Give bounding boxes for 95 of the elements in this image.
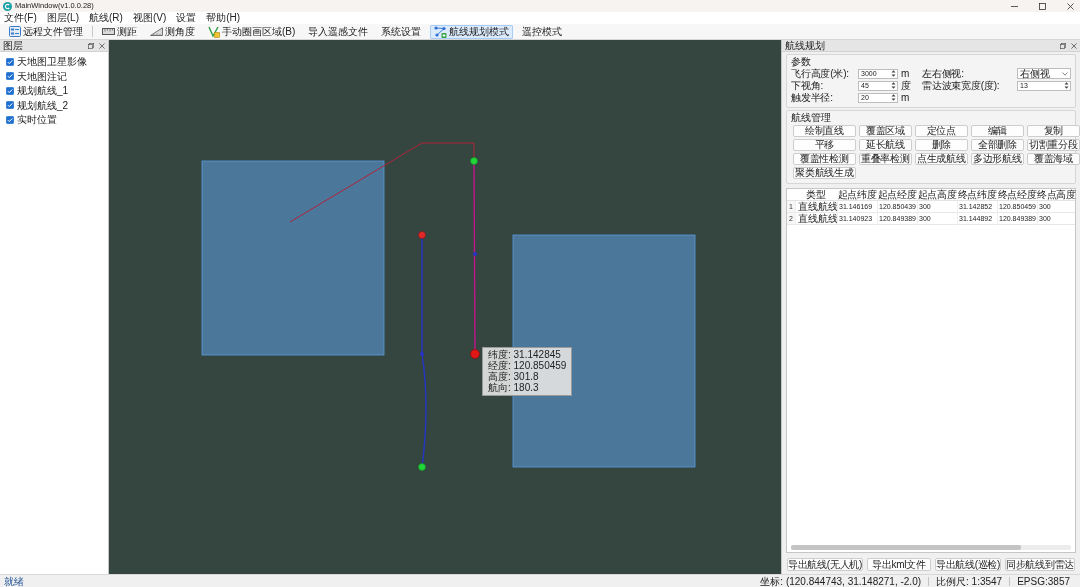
spinner-arrows-icon[interactable] <box>1064 82 1069 89</box>
action-button[interactable]: 复制 <box>1026 125 1080 137</box>
field-label: 下视角: <box>791 80 824 91</box>
action-button[interactable]: 聚类航线生成 <box>793 167 856 179</box>
toolbar-button[interactable]: 遥控模式 <box>518 24 567 39</box>
layer-label: 规划航线_2 <box>17 99 69 111</box>
footer-button[interactable]: 导出kml文件 <box>866 558 931 571</box>
chevron-down-icon <box>1062 71 1068 76</box>
action-button[interactable]: 覆盖海域 <box>1026 153 1080 165</box>
toolbar-button[interactable]: 导入遥感文件 <box>304 24 373 39</box>
toolbar-button[interactable]: 手动圈画区域(B) <box>204 24 300 39</box>
close-icon[interactable] <box>1071 42 1077 49</box>
polygon-draw-icon <box>208 25 220 38</box>
scale-text: 比例尺: 1:3547 <box>936 575 1003 587</box>
layer-label: 实时位置 <box>17 114 57 125</box>
action-button[interactable]: 全部删除 <box>970 139 1024 151</box>
close-icon[interactable] <box>99 42 105 49</box>
action-button[interactable]: 重叠率检测 <box>858 153 912 165</box>
waypoint-marker <box>418 231 426 239</box>
layer-label: 天地图注记 <box>17 70 67 82</box>
waypoint-marker <box>418 463 426 471</box>
field-label: 左右侧视: <box>922 68 965 79</box>
tooltip-text: 航向: 180.3 <box>488 382 540 393</box>
horizontal-scrollbar[interactable] <box>791 545 1071 550</box>
checkbox[interactable] <box>6 72 14 80</box>
action-button[interactable]: 绘制直线 <box>793 125 856 137</box>
menu-item[interactable]: 帮助(H) <box>206 12 241 24</box>
column-header: 起点纬度 <box>837 189 877 201</box>
table-cell: 直线航线 <box>795 213 837 225</box>
toolbar-button[interactable]: 航线规划模式 <box>430 24 514 39</box>
footer-button[interactable]: 导出航线(巡检) <box>934 558 1002 571</box>
footer-button[interactable]: 导出航线(无人机) <box>787 558 863 571</box>
field-label: 触发半径: <box>791 92 834 103</box>
group-title: 参数 <box>791 56 811 67</box>
action-button[interactable]: 定位点 <box>914 125 968 137</box>
crs-text: EPSG:3857 <box>1017 575 1070 587</box>
group-title: 航线管理 <box>791 112 831 123</box>
column-header: 类型 <box>795 189 837 201</box>
menu-item[interactable]: 航线(R) <box>89 12 123 24</box>
toolbar-button[interactable]: 测距 <box>98 24 141 39</box>
waypoint-marker <box>420 352 424 356</box>
table-cell: 直线航线 <box>795 201 837 213</box>
menu-item[interactable]: 设置 <box>176 12 197 24</box>
unit-label: m <box>901 92 910 103</box>
coordinates-text: 坐标: (120.844743, 31.148271, -2.0) <box>760 575 922 587</box>
checkbox[interactable] <box>6 101 14 109</box>
maximize-icon[interactable] <box>1039 2 1046 10</box>
action-button[interactable]: 删除 <box>914 139 968 151</box>
action-button[interactable]: 点生成航线 <box>914 153 968 165</box>
action-button[interactable]: 延长航线 <box>858 139 912 151</box>
spinner-arrows-icon[interactable] <box>891 82 896 89</box>
waypoint-marker <box>473 252 477 256</box>
unit-label: 度 <box>901 80 911 91</box>
tooltip-text: 高度: 301.8 <box>488 371 540 382</box>
toolbar-button[interactable]: 系统设置 <box>377 24 426 39</box>
panel-title: 图层 <box>3 40 23 51</box>
column-header: 起点经度 <box>877 189 917 201</box>
ruler-icon <box>102 28 115 35</box>
column-header: 终点纬度 <box>957 189 997 201</box>
tooltip-text: 纬度: 31.142845 <box>488 349 562 360</box>
action-button[interactable]: 编辑 <box>970 125 1024 137</box>
close-icon[interactable] <box>1067 2 1074 10</box>
dropdown-field[interactable]: 右侧视 <box>1017 68 1071 79</box>
waypoint-marker <box>470 157 478 165</box>
column-header: 终点经度 <box>997 189 1037 201</box>
menu-item[interactable]: 视图(V) <box>132 12 167 24</box>
panel-title: 航线规划 <box>785 40 825 51</box>
action-button[interactable]: 平移 <box>793 139 856 151</box>
tooltip-text: 经度: 120.850459 <box>488 360 567 371</box>
field-label: 雷达波束宽度(度): <box>922 80 1001 91</box>
toolbar-button[interactable]: 远程文件管理 <box>5 24 87 39</box>
toolbar-button[interactable]: 测角度 <box>146 24 199 39</box>
menu-item[interactable]: 文件(F) <box>4 12 37 24</box>
footer-button[interactable]: 同步航线到雷达 <box>1005 558 1075 571</box>
unit-label: m <box>901 68 910 79</box>
action-button[interactable]: 切割重分段 <box>1026 139 1080 151</box>
checkbox[interactable] <box>6 115 14 124</box>
action-button[interactable]: 覆盖性检测 <box>793 153 856 165</box>
status-message: 就绪 <box>4 575 24 587</box>
menu-item[interactable]: 图层(L) <box>46 12 79 24</box>
spinner-arrows-icon[interactable] <box>891 94 896 101</box>
spinner-arrows-icon[interactable] <box>891 70 896 77</box>
action-button[interactable]: 覆盖区域 <box>858 125 912 137</box>
float-icon[interactable] <box>88 42 94 49</box>
layer-label: 规划航线_1 <box>17 85 69 96</box>
layer-label: 天地图卫星影像 <box>17 56 87 67</box>
column-header: 终点高度 <box>1037 189 1076 201</box>
file-list-icon <box>9 26 21 37</box>
column-header: 起点高度 <box>917 189 957 201</box>
action-button[interactable]: 多边形航线 <box>970 153 1024 165</box>
float-icon[interactable] <box>1060 42 1066 49</box>
checkbox[interactable] <box>6 86 14 95</box>
waypoint-marker <box>470 349 480 359</box>
field-label: 飞行高度(米): <box>791 68 850 79</box>
checkbox[interactable] <box>6 57 14 66</box>
